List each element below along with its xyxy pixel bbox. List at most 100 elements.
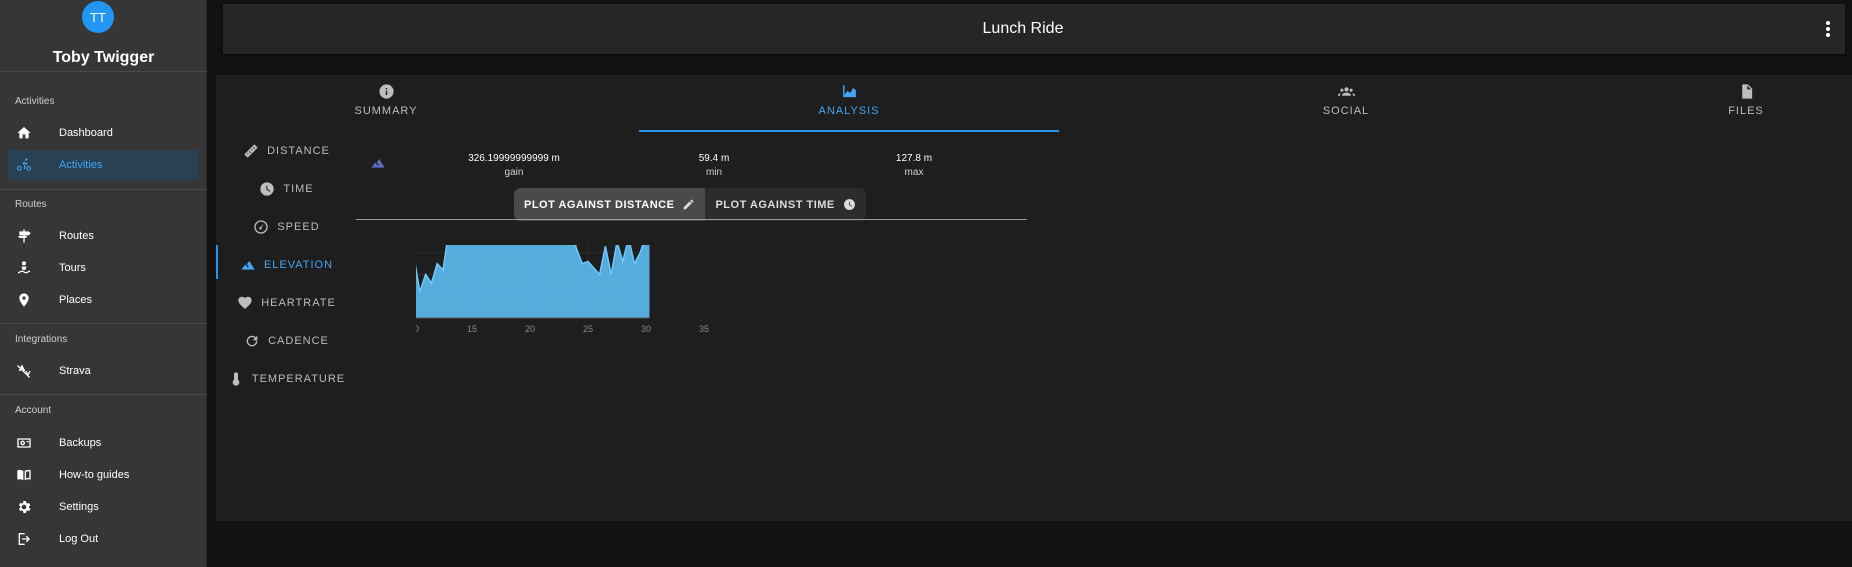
activity-card: SUMMARY ANALYSIS SOCIAL FILES DISTANCE T… — [216, 75, 1852, 521]
tab-label: SUMMARY — [354, 105, 418, 117]
elevation-chart: Distance (km) / Elevation (m)50607080901… — [416, 245, 709, 334]
gear-icon — [8, 499, 42, 515]
mountain-icon — [239, 256, 257, 274]
plot-against-time-button[interactable]: PLOT AGAINST TIME — [705, 188, 865, 221]
analysis-tab-heartrate[interactable]: HEARTRATE — [216, 286, 356, 320]
area-chart-icon — [841, 83, 858, 101]
user-name: Toby Twigger — [52, 49, 155, 66]
sidebar-item-label: How-to guides — [59, 469, 130, 481]
stat-max: 127.8 m max — [834, 153, 994, 178]
divider — [0, 323, 207, 324]
sidebar-item-label: Log Out — [59, 533, 99, 545]
tab-analysis[interactable]: ANALYSIS — [639, 75, 1059, 132]
file-icon — [1738, 83, 1755, 101]
toggle-label: PLOT AGAINST DISTANCE — [524, 198, 675, 211]
tab-files[interactable]: FILES — [1651, 75, 1841, 132]
speedometer-icon — [252, 218, 270, 236]
x-tick-label: 15 — [467, 324, 477, 334]
sidebar-item-how-to-guides[interactable]: How-to guides — [8, 460, 199, 490]
analysis-tab-distance[interactable]: DISTANCE — [216, 134, 356, 168]
x-tick-label: 20 — [525, 324, 535, 334]
analysis-tab-label: SPEED — [277, 221, 320, 233]
sidebar: TT Toby Twigger Activities Dashboard Act… — [0, 0, 207, 567]
sidebar-item-tours[interactable]: Tours — [8, 253, 199, 283]
sidebar-item-label: Dashboard — [59, 127, 113, 139]
sidebar-item-label: Routes — [59, 230, 94, 242]
clock-icon — [258, 180, 276, 198]
sidebar-item-dashboard[interactable]: Dashboard — [8, 118, 199, 148]
sidebar-item-settings[interactable]: Settings — [8, 492, 199, 522]
analysis-tab-label: TIME — [283, 183, 314, 195]
sidebar-item-label: Tours — [59, 262, 86, 274]
analysis-tab-label: HEARTRATE — [261, 297, 336, 309]
map-pin-icon — [8, 292, 42, 308]
analysis-tab-elevation[interactable]: ELEVATION — [216, 248, 356, 282]
bike-icon — [8, 157, 42, 173]
stat-label: max — [904, 167, 924, 178]
analysis-tab-label: TEMPERATURE — [251, 373, 346, 385]
more-options-icon[interactable] — [1825, 21, 1831, 37]
book-icon — [8, 467, 42, 483]
x-tick-label: 10 — [416, 324, 419, 334]
sidebar-item-activities[interactable]: Activities — [8, 150, 199, 180]
page-title: Lunch Ride — [982, 20, 1064, 37]
section-title-integrations: Integrations — [15, 334, 68, 345]
sidebar-item-places[interactable]: Places — [8, 285, 199, 315]
stat-value: 127.8 m — [895, 153, 933, 164]
x-tick-label: 25 — [583, 324, 593, 334]
section-title-routes: Routes — [15, 199, 47, 210]
logout-icon — [8, 531, 42, 547]
ruler-icon — [242, 142, 260, 160]
stat-min: 59.4 m min — [634, 153, 794, 178]
tab-label: ANALYSIS — [818, 105, 880, 117]
analysis-tab-time[interactable]: TIME — [216, 172, 356, 206]
sidebar-item-strava[interactable]: Strava — [8, 356, 199, 386]
analysis-tab-temperature[interactable]: TEMPERATURE — [216, 362, 356, 396]
stat-label: min — [705, 167, 723, 178]
analysis-tab-speed[interactable]: SPEED — [216, 210, 356, 244]
analysis-tab-label: ELEVATION — [263, 259, 334, 271]
pencil-icon — [684, 199, 694, 210]
divider — [0, 189, 207, 190]
analysis-tab-indicator — [216, 245, 218, 279]
analysis-tab-label: CADENCE — [268, 335, 329, 347]
sidebar-item-log-out[interactable]: Log Out — [8, 524, 199, 554]
divider — [0, 71, 207, 72]
sidebar-item-routes[interactable]: Routes — [8, 221, 199, 251]
divider — [356, 219, 1027, 220]
avatar[interactable]: TT — [82, 1, 114, 33]
strava-icon — [8, 363, 42, 379]
section-title-account: Account — [15, 405, 52, 416]
tab-indicator — [639, 130, 1059, 132]
tab-social[interactable]: SOCIAL — [1261, 75, 1431, 132]
toggle-label: PLOT AGAINST TIME — [715, 198, 835, 211]
sidebar-item-label: Settings — [59, 501, 99, 513]
elevation-icon — [370, 155, 386, 176]
section-title-activities: Activities — [15, 96, 55, 107]
app-bar: Lunch Ride — [223, 4, 1845, 54]
tab-label: SOCIAL — [1322, 105, 1370, 117]
analysis-tab-label: DISTANCE — [267, 145, 330, 157]
plot-against-distance-button[interactable]: PLOT AGAINST DISTANCE — [514, 188, 706, 221]
sidebar-item-label: Backups — [59, 437, 102, 449]
divider — [0, 394, 207, 395]
sidebar-item-backups[interactable]: Backups — [8, 428, 199, 458]
plot-toggle: PLOT AGAINST DISTANCE PLOT AGAINST TIME — [514, 188, 866, 221]
tour-icon — [8, 260, 42, 276]
backup-icon — [8, 435, 42, 451]
stat-value: 59.4 m — [698, 153, 730, 164]
sidebar-item-label: Activities — [59, 159, 103, 171]
clock-icon — [843, 199, 855, 210]
home-icon — [8, 125, 42, 141]
signpost-icon — [8, 228, 42, 244]
x-tick-label: 35 — [699, 324, 709, 334]
tab-summary[interactable]: SUMMARY — [306, 75, 466, 132]
stat-label: gain — [504, 167, 524, 178]
analysis-tab-cadence[interactable]: CADENCE — [216, 324, 356, 358]
stat-gain: 326.19999999999 m gain — [434, 153, 594, 178]
people-icon — [1337, 83, 1355, 101]
cadence-icon — [243, 332, 261, 350]
thermometer-icon — [227, 370, 245, 388]
sidebar-item-label: Strava — [59, 365, 91, 377]
sidebar-item-label: Places — [59, 294, 93, 306]
